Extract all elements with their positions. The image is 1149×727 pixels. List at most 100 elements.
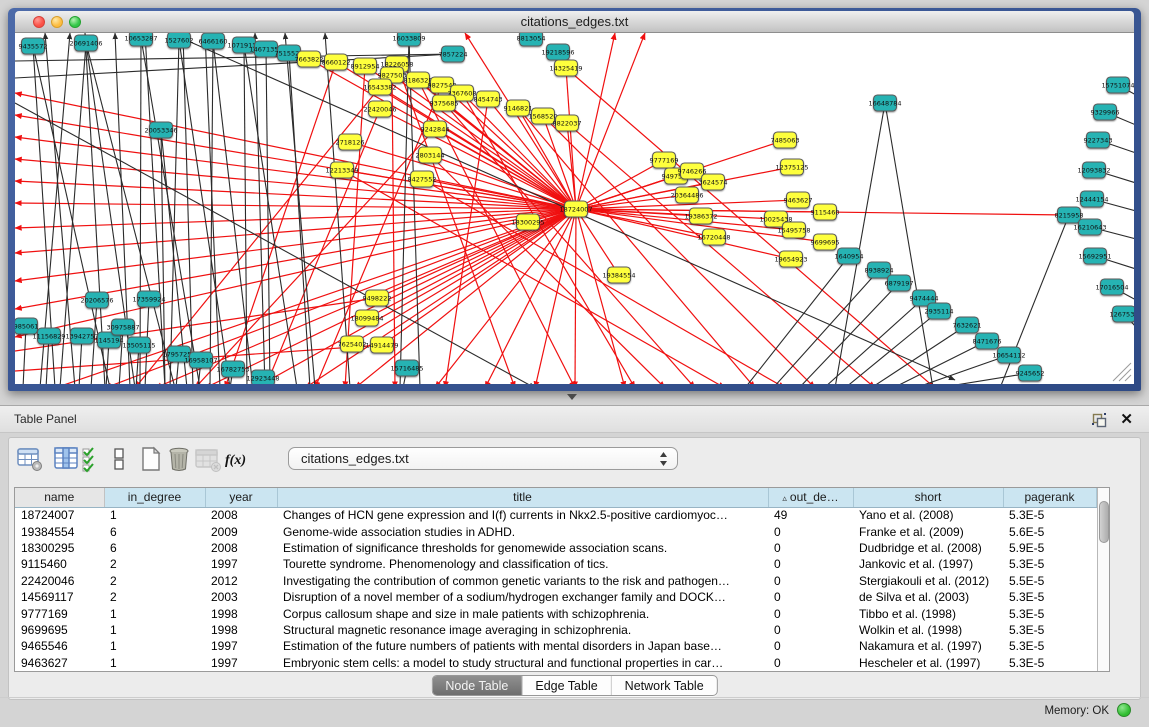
graph-node[interactable]: 9435572	[19, 38, 48, 54]
graph-node[interactable]: 3624574	[699, 174, 728, 190]
table-cell[interactable]: Yano et al. (2008)	[853, 507, 1003, 523]
graph-node[interactable]: 9463627	[784, 192, 813, 208]
graph-node[interactable]: 7632621	[953, 317, 982, 333]
table-row[interactable]: 977716911998Corpus callosum shape and si…	[15, 605, 1096, 621]
scrollbar-thumb[interactable]	[1099, 501, 1109, 543]
table-cell[interactable]: 1997	[205, 655, 277, 671]
graph-node[interactable]: 9227343	[1084, 132, 1113, 148]
table-cell[interactable]: 18300295	[15, 540, 104, 556]
table-cell[interactable]: Dudbridge et al. (2008)	[853, 540, 1003, 556]
table-cell[interactable]: 0	[768, 556, 853, 572]
function-fx-icon[interactable]: f(x)	[222, 445, 252, 473]
tab-network-table[interactable]: Network Table	[611, 676, 717, 695]
table-cell[interactable]: Hescheler et al. (1997)	[853, 655, 1003, 671]
graph-node[interactable]: 9375685	[430, 95, 459, 111]
graph-node[interactable]: 16648784	[868, 95, 901, 111]
table-cell[interactable]: 0	[768, 540, 853, 556]
network-graph[interactable]: 9435572206914061065328715276026466160107…	[15, 33, 1134, 384]
window-titlebar[interactable]: citations_edges.txt	[15, 11, 1134, 33]
column-header-out_de[interactable]: ▵out_de…	[768, 488, 853, 507]
graph-node[interactable]: 16543382	[363, 79, 396, 95]
graph-node[interactable]: 1527602	[165, 33, 194, 48]
graph-node[interactable]: 9498222	[363, 290, 392, 306]
tab-node-table[interactable]: Node Table	[432, 676, 521, 695]
column-visibility-checks-icon[interactable]	[80, 445, 106, 473]
table-cell[interactable]: 1	[104, 655, 205, 671]
table-cell[interactable]: Genome-wide association studies in ADHD.	[277, 523, 768, 539]
graph-node[interactable]: 19386372	[684, 208, 717, 224]
table-cell[interactable]: 5.3E-5	[1003, 638, 1096, 654]
graph-node[interactable]: 9115460	[811, 204, 840, 220]
table-cell[interactable]: Stergiakouli et al. (2012)	[853, 573, 1003, 589]
table-cell[interactable]: 1	[104, 622, 205, 638]
table-cell[interactable]: Estimation of significance thresholds fo…	[277, 540, 768, 556]
graph-node[interactable]: 20053346	[144, 122, 177, 138]
node-table[interactable]: namein_degreeyeartitle▵out_de…shortpager…	[14, 487, 1110, 672]
graph-node[interactable]: 14914479	[365, 337, 398, 353]
graph-node[interactable]: 22420046	[363, 101, 396, 117]
table-cell[interactable]: Tibbo et al. (1998)	[853, 605, 1003, 621]
graph-node[interactable]: 12093832	[1077, 162, 1110, 178]
table-cell[interactable]: 2012	[205, 573, 277, 589]
select-column-icon[interactable]	[52, 445, 80, 473]
graph-node[interactable]: 30975887	[106, 319, 139, 335]
new-document-icon[interactable]	[138, 445, 164, 473]
table-cell[interactable]: 0	[768, 655, 853, 671]
column-header-title[interactable]: title	[277, 488, 768, 507]
table-cell[interactable]: 22420046	[15, 573, 104, 589]
table-cell[interactable]: Estimation of the future numbers of pati…	[277, 638, 768, 654]
graph-node[interactable]: 8660122	[322, 54, 351, 70]
table-cell[interactable]: 0	[768, 523, 853, 539]
table-cell[interactable]: Structural magnetic resonance image aver…	[277, 622, 768, 638]
table-cell[interactable]: 2	[104, 573, 205, 589]
column-header-name[interactable]: name	[15, 488, 104, 507]
graph-node[interactable]: 12375125	[775, 159, 808, 175]
graph-node[interactable]: 9245652	[1016, 365, 1045, 381]
table-cell[interactable]: 6	[104, 523, 205, 539]
graph-node[interactable]: 7625402	[338, 336, 367, 352]
graph-node[interactable]: 9242844	[421, 121, 450, 137]
table-cell[interactable]: 1	[104, 638, 205, 654]
table-cell[interactable]: 1997	[205, 638, 277, 654]
graph-node[interactable]: 1267534	[1110, 306, 1134, 322]
graph-node[interactable]: 16782753	[216, 361, 249, 377]
table-row[interactable]: 1830029562008Estimation of significance …	[15, 540, 1096, 556]
delete-trash-icon[interactable]	[166, 445, 192, 473]
table-cell[interactable]: Changes of HCN gene expression and I(f) …	[277, 507, 768, 523]
graph-node[interactable]: 8454743	[474, 91, 503, 107]
graph-node[interactable]: 20691406	[69, 35, 102, 51]
table-cell[interactable]: 0	[768, 605, 853, 621]
memory-ok-indicator-icon[interactable]	[1117, 703, 1131, 717]
table-row[interactable]: 1872400712008Changes of HCN gene express…	[15, 507, 1096, 523]
table-cell[interactable]: 6	[104, 540, 205, 556]
table-cell[interactable]: Franke et al. (2009)	[853, 523, 1003, 539]
graph-node[interactable]: 17016504	[1095, 279, 1128, 295]
table-cell[interactable]: Wolkin et al. (1998)	[853, 622, 1003, 638]
cell-pair-icon[interactable]	[111, 445, 127, 473]
splitter-collapse-arrow-icon[interactable]	[567, 394, 577, 400]
graph-node[interactable]: 1640954	[835, 248, 864, 264]
table-cell[interactable]: 1	[104, 507, 205, 523]
graph-node[interactable]: 10654112	[992, 347, 1025, 363]
table-cell[interactable]: Jankovic et al. (1997)	[853, 556, 1003, 572]
table-cell[interactable]: 18724007	[15, 507, 104, 523]
table-row[interactable]: 1938455462009Genome-wide association stu…	[15, 523, 1096, 539]
graph-node[interactable]: 13505115	[122, 337, 155, 353]
table-cell[interactable]: 2003	[205, 589, 277, 605]
close-panel-icon[interactable]: ✕	[1120, 410, 1133, 428]
graph-node[interactable]: 16210643	[1073, 219, 1106, 235]
table-cell[interactable]: Nakamura et al. (1997)	[853, 638, 1003, 654]
table-cell[interactable]: 9777169	[15, 605, 104, 621]
table-cell[interactable]: 9699695	[15, 622, 104, 638]
graph-node[interactable]: 7485063	[771, 132, 800, 148]
graph-node[interactable]: 2718126	[336, 134, 365, 150]
table-cell[interactable]: 0	[768, 589, 853, 605]
graph-node[interactable]: 9777169	[650, 152, 679, 168]
graph-node[interactable]: 9699695	[811, 234, 840, 250]
table-cell[interactable]: 5.3E-5	[1003, 622, 1096, 638]
graph-node[interactable]: 15692951	[1078, 248, 1111, 264]
table-row[interactable]: 911546021997Tourette syndrome. Phenomeno…	[15, 556, 1096, 572]
table-cell[interactable]: 14569117	[15, 589, 104, 605]
table-cell[interactable]: 1998	[205, 622, 277, 638]
table-cell[interactable]: 5.6E-5	[1003, 523, 1096, 539]
